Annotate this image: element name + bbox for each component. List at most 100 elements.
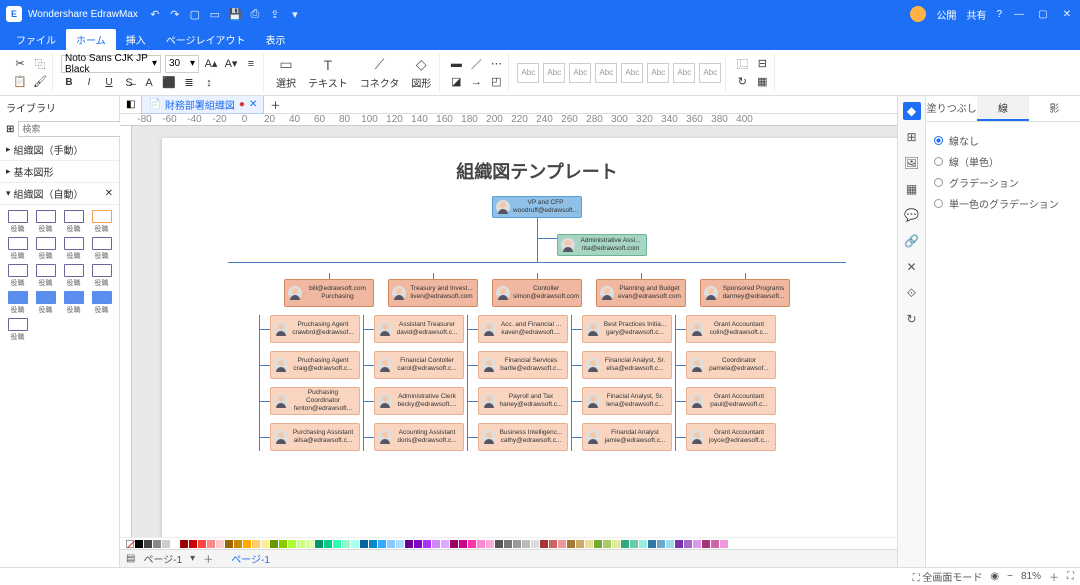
export-icon[interactable]: ⇪ (268, 7, 282, 21)
shape-thumbnail[interactable]: 役職 (89, 237, 114, 261)
shape-tool[interactable]: ◇図形 (407, 56, 435, 90)
style-preset[interactable]: Abc (647, 63, 669, 83)
color-swatch[interactable] (639, 540, 647, 548)
color-swatch[interactable] (549, 540, 557, 548)
line-icon[interactable]: ／ (468, 56, 484, 72)
color-swatch[interactable] (315, 540, 323, 548)
shape-thumbnail[interactable]: 役職 (33, 291, 58, 315)
strike-icon[interactable]: S̶ (121, 75, 137, 91)
color-swatch[interactable] (360, 540, 368, 548)
color-swatch[interactable] (621, 540, 629, 548)
color-swatch[interactable] (207, 540, 215, 548)
linestyle-icon[interactable]: ⋯ (488, 56, 504, 72)
font-select[interactable]: Noto Sans CJK JP Black▾ (61, 55, 161, 73)
shape-thumbnail[interactable]: 役職 (61, 291, 86, 315)
page-name[interactable]: ページ-1 (143, 551, 182, 566)
shape-thumbnail[interactable]: 役職 (33, 264, 58, 288)
publish-button[interactable]: 公開 (936, 7, 956, 22)
color-swatch[interactable] (468, 540, 476, 548)
color-swatch[interactable] (261, 540, 269, 548)
color-swatch[interactable] (279, 540, 287, 548)
org-node[interactable]: Grant Accountantcolin@edrawsoft.c... (686, 315, 776, 343)
color-swatch[interactable] (414, 540, 422, 548)
align-shapes-icon[interactable]: ⊟ (754, 56, 770, 72)
group-icon[interactable]: ⿺ (734, 56, 750, 72)
color-swatch[interactable] (684, 540, 692, 548)
color-swatch[interactable] (459, 540, 467, 548)
shape-thumbnail[interactable]: 役職 (61, 210, 86, 234)
color-swatch[interactable] (720, 540, 728, 548)
library-menu-icon[interactable]: ⊞ (6, 124, 14, 135)
org-node[interactable]: Acounting Assistantdoris@edrawsoft.c... (374, 423, 464, 451)
page-dropdown-icon[interactable]: ▾ (190, 553, 195, 564)
color-swatch[interactable] (153, 540, 161, 548)
style-preset[interactable]: Abc (595, 63, 617, 83)
color-swatch[interactable] (612, 540, 620, 548)
org-node[interactable]: Contollersimon@edrawsoft.com (492, 279, 582, 307)
shape-thumbnail[interactable]: 役職 (5, 318, 30, 342)
color-swatch[interactable] (288, 540, 296, 548)
color-swatch[interactable] (711, 540, 719, 548)
color-swatch[interactable] (297, 540, 305, 548)
org-node[interactable]: Pruchasing Agentcraig@edrawsoft.c... (270, 351, 360, 379)
menu-insert[interactable]: 挿入 (116, 29, 156, 50)
text-tool[interactable]: Tテキスト (304, 56, 352, 90)
more-icon[interactable]: ▾ (288, 7, 302, 21)
shape-thumbnail[interactable]: 役職 (33, 237, 58, 261)
color-swatch[interactable] (270, 540, 278, 548)
select-tool[interactable]: ▭選択 (272, 56, 300, 90)
org-node[interactable]: Administrative Assi...rita@edrawsoft.com (557, 234, 647, 256)
org-node[interactable]: Business Intelligenc...cathy@edrawsoft.c… (478, 423, 568, 451)
lib-section-manual[interactable]: ▸ 組織図（手動） (0, 139, 119, 161)
color-swatch[interactable] (585, 540, 593, 548)
menu-home[interactable]: ホーム (66, 29, 116, 50)
color-swatch[interactable] (306, 540, 314, 548)
line-none-option[interactable]: 線なし (934, 130, 1072, 151)
org-node[interactable]: VP and CFPwoodruff@edrawsoft... (492, 196, 582, 218)
org-node[interactable]: Sponsored Programsdarmey@edrawsoft... (700, 279, 790, 307)
underline-icon[interactable]: U (101, 75, 117, 91)
org-node[interactable]: Payroll and Taxhaney@edrawsoft.c... (478, 387, 568, 415)
document-tab[interactable]: 📄財務部署組織図●✕ (141, 96, 264, 114)
user-avatar[interactable] (910, 6, 926, 22)
style-preset[interactable]: Abc (621, 63, 643, 83)
color-swatch[interactable] (423, 540, 431, 548)
color-swatch[interactable] (180, 540, 188, 548)
italic-icon[interactable]: I (81, 75, 97, 91)
color-swatch[interactable] (558, 540, 566, 548)
style-preset[interactable]: Abc (673, 63, 695, 83)
org-node[interactable]: Financial Analyst, Sr.elsa@edrawsoft.c..… (582, 351, 672, 379)
color-swatch[interactable] (234, 540, 242, 548)
color-swatch[interactable] (171, 540, 179, 548)
zoom-in-icon[interactable]: ＋ (1049, 569, 1059, 584)
connector-tool[interactable]: ⟋コネクタ (356, 56, 404, 90)
style-preset[interactable]: Abc (699, 63, 721, 83)
org-node[interactable]: Assistant Treasurerdavid@edrawsoft.c... (374, 315, 464, 343)
org-node[interactable]: Planning and Budgetevan@edrawsoft.com (596, 279, 686, 307)
print-icon[interactable]: ⎙ (248, 7, 262, 21)
org-node[interactable]: Grant Accountantjoyce@edrawsoft.c... (686, 423, 776, 451)
style-preset[interactable]: Abc (517, 63, 539, 83)
color-swatch[interactable] (378, 540, 386, 548)
org-node[interactable]: Puchasing Coordinatorfenton@edrawsoft... (270, 387, 360, 415)
org-node[interactable]: Coordinatorpamela@edrawsof... (686, 351, 776, 379)
color-swatch[interactable] (693, 540, 701, 548)
color-swatch[interactable] (432, 540, 440, 548)
bold-icon[interactable]: B (61, 75, 77, 91)
arrow-icon[interactable]: → (468, 74, 484, 90)
color-swatch[interactable] (198, 540, 206, 548)
org-node[interactable]: Financial Servicesbartle@edrawsoft.c... (478, 351, 568, 379)
shape-thumbnail[interactable]: 役職 (5, 264, 30, 288)
close-button[interactable]: ✕ (1060, 9, 1074, 20)
color-swatch[interactable] (135, 540, 143, 548)
lib-section-basic[interactable]: ▸ 基本図形 (0, 161, 119, 183)
org-node[interactable]: Best Practices Initia...gary@edrawsoft.c… (582, 315, 672, 343)
color-swatch[interactable] (441, 540, 449, 548)
align-icon[interactable]: ≡ (243, 56, 259, 72)
color-swatch[interactable] (324, 540, 332, 548)
menu-file[interactable]: ファイル (6, 29, 66, 50)
shape-thumbnail[interactable]: 役職 (61, 237, 86, 261)
shape-thumbnail[interactable]: 役職 (5, 291, 30, 315)
code-icon[interactable]: ⟐ (903, 284, 921, 302)
fill-icon[interactable]: ▬ (448, 56, 464, 72)
